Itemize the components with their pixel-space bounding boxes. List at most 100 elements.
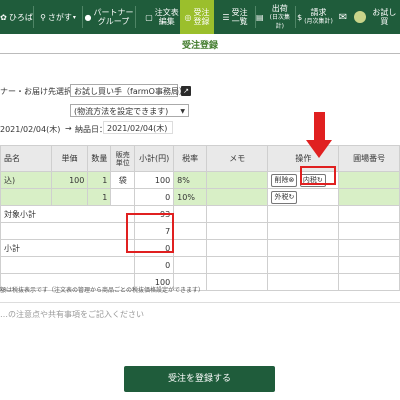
nav-mail[interactable]: ✉ xyxy=(334,0,352,34)
tax-excluded-button[interactable]: 外税↻ xyxy=(271,190,298,204)
chevron-down-icon: ▾ xyxy=(72,13,76,21)
nav-partner-group[interactable]: ● パートナー グループ xyxy=(83,0,135,34)
summary-label: 小計 xyxy=(0,239,136,257)
subtotal-cell: 100 xyxy=(134,171,175,189)
delete-button[interactable]: 削除⊗ xyxy=(271,173,298,187)
edit-partner-icon[interactable]: ↗ xyxy=(181,86,191,96)
summary-label xyxy=(0,256,136,274)
summary-label: 対象小計 xyxy=(0,205,136,223)
nav-order-register[interactable]: ◎ 受注 登録 xyxy=(180,0,214,34)
delete-button-label: 削除 xyxy=(274,175,289,184)
nav-order-form-label: 注文表 xyxy=(154,8,179,17)
nav-register-label: 登録 xyxy=(193,17,210,26)
item-name-cell[interactable]: 込) xyxy=(0,171,52,189)
summary-value: 0 xyxy=(134,256,175,274)
list-icon: ☰ xyxy=(222,12,230,22)
nav-order-label: 受注 xyxy=(193,8,210,17)
summary-row: 0 xyxy=(0,256,400,274)
highlight-subtotals xyxy=(126,213,174,253)
memo-cell[interactable] xyxy=(206,188,269,206)
nav-order-list[interactable]: ☰ 受注 一覧 xyxy=(216,0,254,34)
partner-field[interactable]: お試し買い手（farmO事務局） xyxy=(70,84,187,97)
field-no-cell[interactable] xyxy=(338,171,400,189)
clipboard-icon: ▤ xyxy=(256,12,264,22)
unit-cell: 袋 xyxy=(110,171,136,189)
top-nav-bar: ✿ ひろば ⚲ さがす ▾ ● パートナー グループ ▢ 注文表 編集 ◎ 受注 登録… xyxy=(0,0,400,34)
annotation-arrow xyxy=(314,112,325,142)
dollar-icon: $ xyxy=(297,12,303,22)
divider xyxy=(0,53,400,54)
tax-excluded-label: 外税 xyxy=(274,192,289,201)
qty-cell[interactable]: 1 xyxy=(87,171,112,189)
page-title-bar: 受注登録 xyxy=(0,34,400,54)
avatar xyxy=(354,11,366,23)
summary-label xyxy=(0,222,136,240)
notes-placeholder: …の注意点や共有事項をご記入ください xyxy=(0,310,144,319)
nav-search[interactable]: ⚲ さがす ▾ xyxy=(34,0,82,34)
table-row: 込) 100 1 袋 100 8% 削除⊗ 内税↻ xyxy=(0,171,400,189)
summary-row: 7 xyxy=(0,222,400,240)
document-icon: ▢ xyxy=(145,12,153,22)
memo-cell[interactable] xyxy=(206,171,269,189)
refresh-icon: ↻ xyxy=(288,192,295,201)
search-icon: ⚲ xyxy=(40,12,46,22)
nav-search-label: さがす xyxy=(47,12,72,22)
subtotal-cell: 0 xyxy=(134,188,175,206)
order-date-value[interactable]: 2021/02/04(木) xyxy=(0,124,60,135)
target-icon: ◎ xyxy=(184,12,192,22)
mail-icon: ✉ xyxy=(338,11,348,23)
nav-group-label: グループ xyxy=(97,17,130,26)
page-title: 受注登録 xyxy=(181,34,218,54)
nav-billing-sub: (月次集計) xyxy=(304,18,333,25)
nav-hiroba-label: ひろば xyxy=(8,12,33,22)
field-no-cell[interactable] xyxy=(338,188,400,206)
nav-shipping-sub: (日次集計) xyxy=(269,13,290,30)
summary-row: 小計 0 xyxy=(0,239,400,257)
annotation-arrow-head xyxy=(306,140,332,158)
col-header-field-no: 圃場番号 xyxy=(338,145,400,172)
table-row: 1 0 10% 外税↻ xyxy=(0,188,400,206)
nav-edit-label: 編集 xyxy=(158,17,175,26)
nav-account-label: お試し買 xyxy=(372,8,397,26)
hiroba-icon: ✿ xyxy=(0,12,7,22)
price-footnote: 額は税抜表示です（注文表の管理から商品ごとの税抜価格設定ができます） xyxy=(0,287,204,294)
order-table: 品名 単価 数量 販売単位 小計(円) 税率 メモ 操作 圃場番号 込) 100… xyxy=(0,145,400,291)
unit-cell xyxy=(110,188,136,206)
notes-textarea[interactable]: …の注意点や共有事項をご記入ください xyxy=(0,302,400,355)
nav-order-list-label: 受注 xyxy=(231,8,248,17)
delivery-date-field[interactable]: 2021/02/04(木) xyxy=(103,121,173,134)
chevron-down-icon: ▼ xyxy=(180,108,185,115)
nav-billing-label: 請求 xyxy=(310,8,327,17)
partner-select-label: ナー・お届け先選択 xyxy=(0,87,72,96)
col-header-qty: 数量 xyxy=(87,145,112,172)
col-header-memo: メモ xyxy=(206,145,269,172)
nav-partner-label: パートナー xyxy=(93,8,134,17)
actions-cell: 外税↻ xyxy=(267,188,340,206)
person-icon: ● xyxy=(84,12,92,22)
highlight-tax-button xyxy=(300,166,336,185)
shipping-method-select[interactable]: (物流方法を設定できます) ▼ xyxy=(70,104,189,117)
tax-rate-cell[interactable]: 8% xyxy=(173,171,208,189)
price-cell[interactable] xyxy=(50,188,89,206)
nav-shipping-label: 出荷 xyxy=(271,3,288,13)
col-header-price: 単価 xyxy=(50,145,89,172)
shipping-method-value: (物流方法を設定できます) xyxy=(74,107,169,116)
arrow-text: → xyxy=(65,124,72,133)
price-cell[interactable]: 100 xyxy=(50,171,89,189)
nav-account[interactable]: お試し買 xyxy=(354,0,400,34)
qty-cell[interactable]: 1 xyxy=(87,188,112,206)
col-header-tax: 税率 xyxy=(173,145,208,172)
col-header-unit: 販売単位 xyxy=(110,145,136,172)
item-name-cell[interactable] xyxy=(0,188,52,206)
close-icon: ⊗ xyxy=(288,175,295,184)
col-header-subtotal: 小計(円) xyxy=(134,145,175,172)
tax-rate-cell[interactable]: 10% xyxy=(173,188,208,206)
register-order-button[interactable]: 受注を登録する xyxy=(124,366,275,392)
nav-list-label: 一覧 xyxy=(231,17,248,26)
nav-shipping[interactable]: ▤ 出荷 (日次集計) xyxy=(256,0,294,34)
nav-billing[interactable]: $ 請求 (月次集計) xyxy=(296,0,334,34)
summary-row: 対象小計 93 xyxy=(0,205,400,223)
table-header-row: 品名 単価 数量 販売単位 小計(円) 税率 メモ 操作 圃場番号 xyxy=(0,145,400,172)
col-header-name: 品名 xyxy=(0,145,52,172)
nav-hiroba[interactable]: ✿ ひろば xyxy=(0,0,33,34)
